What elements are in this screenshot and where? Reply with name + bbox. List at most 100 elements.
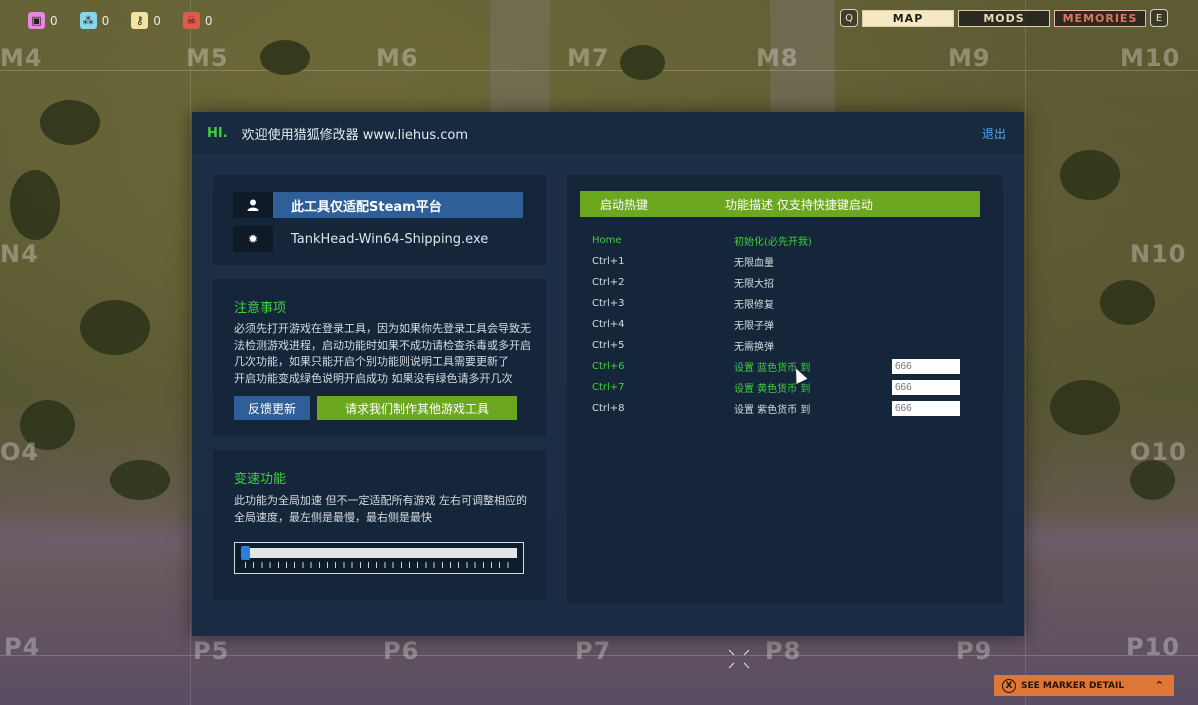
- hotkey-row: Ctrl+3 无限修复: [592, 294, 972, 312]
- hotkey-description: 设置 黄色货币 到: [734, 383, 811, 395]
- next-tab-key-hint[interactable]: E: [1150, 9, 1168, 27]
- hotkey-key: Ctrl+6: [592, 360, 625, 372]
- notice-line: 几次功能，如果只能开启个别功能则说明工具需要更新了: [234, 355, 509, 368]
- notice-panel: 注意事项 必须先打开游戏在登录工具，因为如果你先登录工具会导致无 法检测游戏进程…: [213, 279, 546, 436]
- hotkey-key: Home: [592, 234, 622, 246]
- header-description: 功能描述 仅支持快捷键启动: [725, 197, 873, 212]
- x-key-icon: X: [1002, 678, 1016, 693]
- user-icon: [233, 192, 273, 218]
- grid-label: M10: [1120, 44, 1181, 72]
- hotkey-description: 无限大招: [734, 278, 774, 290]
- hotkey-key: Ctrl+3: [592, 297, 625, 309]
- currency-value-input[interactable]: [892, 379, 960, 395]
- chevron-up-icon: ⌃: [1154, 679, 1164, 692]
- hotkey-key: Ctrl+7: [592, 381, 625, 393]
- greeting: HI.: [207, 125, 228, 141]
- request-tool-button[interactable]: 请求我们制作其他游戏工具: [317, 396, 517, 420]
- grid-label: P10: [1126, 633, 1180, 661]
- hotkey-row: Home 初始化(必先开我): [592, 231, 972, 249]
- speed-title: 变速功能: [234, 472, 287, 487]
- counter-value: 0: [50, 13, 58, 28]
- slider-track[interactable]: [249, 548, 517, 558]
- currency-value-input[interactable]: [892, 358, 960, 374]
- grid-label: N10: [1130, 240, 1187, 268]
- slider-ticks: [245, 562, 515, 568]
- grid-label: P8: [765, 637, 802, 665]
- notice-title: 注意事项: [234, 301, 287, 316]
- grid-label: N4: [0, 240, 39, 268]
- hotkey-row: Ctrl+5 无需换弹: [592, 336, 972, 354]
- hotkey-description: 无限修复: [734, 299, 774, 311]
- counter-yellow: ⚷ 0: [131, 12, 161, 29]
- hotkey-row: Ctrl+7 设置 黄色货币 到: [592, 378, 972, 396]
- top-nav: Q MAP MODS MEMORIES E: [840, 9, 1168, 27]
- hotkey-description: 无需换弹: [734, 341, 774, 353]
- speed-slider[interactable]: [234, 542, 524, 574]
- notice-line: 必须先打开游戏在登录工具，因为如果你先登录工具会导致无: [234, 322, 531, 335]
- steam-platform-row: 此工具仅适配Steam平台: [233, 192, 523, 218]
- hotkey-row: Ctrl+8 设置 紫色货币 到: [592, 399, 972, 417]
- resource-counters: ▣ 0 ⁂ 0 ⚷ 0 ☠ 0: [28, 12, 213, 29]
- key-icon: ⚷: [131, 12, 149, 29]
- notice-line: 开启功能变成绿色说明开启成功 如果没有绿色请多开几次: [234, 371, 513, 385]
- gear-icon: ✹: [233, 226, 273, 252]
- hotkeys-header: 启动热键 功能描述 仅支持快捷键启动: [580, 191, 980, 217]
- grid-label: P5: [193, 637, 230, 665]
- hotkey-key: Ctrl+8: [592, 402, 625, 414]
- hotkey-description: 设置 紫色货币 到: [734, 404, 811, 416]
- grid-label: O4: [0, 438, 40, 466]
- tab-mods[interactable]: MODS: [958, 9, 1050, 27]
- steam-platform-label: 此工具仅适配Steam平台: [273, 192, 523, 218]
- grid-label: P7: [575, 637, 612, 665]
- prev-tab-key-hint[interactable]: Q: [840, 9, 858, 27]
- notice-line: 法检测游戏进程，启动功能时如果不成功请检查杀毒或多开启: [234, 338, 531, 352]
- hotkey-row: Ctrl+4 无限子弹: [592, 315, 972, 333]
- hotkey-description: 无限血量: [734, 257, 774, 269]
- hotkey-key: Ctrl+5: [592, 339, 625, 351]
- hotkey-description: 无限子弹: [734, 320, 774, 332]
- counter-value: 0: [204, 13, 213, 28]
- grid-label: P6: [383, 637, 420, 665]
- tab-memories[interactable]: MEMORIES: [1054, 9, 1146, 27]
- notice-text: 必须先打开游戏在登录工具，因为如果你先登录工具会导致无 法检测游戏进程，启动功能…: [234, 321, 534, 387]
- grid-label: M6: [376, 44, 419, 72]
- counter-value: 0: [153, 13, 161, 28]
- grid-label: M5: [186, 44, 229, 72]
- feedback-update-button[interactable]: 反馈更新: [234, 396, 310, 420]
- hotkey-description: 设置 蓝色货币 到: [734, 362, 811, 374]
- counter-value: 0: [101, 13, 110, 28]
- hotkey-row: Ctrl+1 无限血量: [592, 252, 972, 270]
- header-hotkey: 启动热键: [600, 197, 649, 212]
- hotkeys-panel: 启动热键 功能描述 仅支持快捷键启动 Home 初始化(必先开我) Ctrl+1 无限…: [567, 175, 1003, 603]
- tab-map[interactable]: MAP: [862, 9, 954, 27]
- hotkey-row: Ctrl+6 设置 蓝色货币 到: [592, 357, 972, 375]
- bridge-road: [490, 0, 550, 112]
- hotkey-key: Ctrl+4: [592, 318, 625, 330]
- speed-text: 此功能为全局加速 但不一定适配所有游戏 左右可调整相应的 全局速度，最左侧是最慢…: [234, 492, 534, 526]
- counter-pink: ▣ 0: [28, 12, 58, 29]
- grid-label: M4: [0, 44, 43, 72]
- currency-value-input[interactable]: [892, 400, 960, 416]
- process-row: ✹ TankHead-Win64-Shipping.exe: [233, 226, 523, 252]
- grid-label: M7: [567, 44, 610, 72]
- hotkey-key: Ctrl+1: [592, 255, 625, 267]
- speed-line: 此功能为全局加速 但不一定适配所有游戏 左右可调整相应的: [234, 494, 527, 507]
- hotkey-description: 初始化(必先开我): [734, 236, 812, 248]
- exit-button[interactable]: 退出: [982, 125, 1006, 142]
- grid-label: O10: [1130, 438, 1187, 466]
- speed-line: 全局速度，最左侧是最慢，最右侧是最快: [234, 511, 432, 524]
- see-marker-detail-button[interactable]: X SEE MARKER DETAIL ⌃: [994, 675, 1174, 696]
- platform-info-panel: 此工具仅适配Steam平台 ✹ TankHead-Win64-Shipping.…: [213, 175, 546, 265]
- speed-panel: 变速功能 此功能为全局加速 但不一定适配所有游戏 左右可调整相应的 全局速度，最…: [213, 450, 546, 600]
- marker-hint-label: SEE MARKER DETAIL: [1021, 680, 1125, 691]
- slider-thumb[interactable]: [241, 546, 250, 560]
- skull-icon: ☠: [182, 12, 200, 29]
- hotkey-row: Ctrl+2 无限大招: [592, 273, 972, 291]
- grid-label: P9: [956, 637, 993, 665]
- hotkey-key: Ctrl+2: [592, 276, 625, 288]
- trainer-dialog: HI. 欢迎使用猎狐修改器 www.liehus.com 退出 此工具仅适配St…: [192, 112, 1024, 636]
- counter-cyan: ⁂ 0: [79, 12, 110, 29]
- counter-red: ☠ 0: [182, 12, 213, 29]
- crosshair-icon: [728, 648, 750, 670]
- cluster-icon: ⁂: [79, 12, 97, 29]
